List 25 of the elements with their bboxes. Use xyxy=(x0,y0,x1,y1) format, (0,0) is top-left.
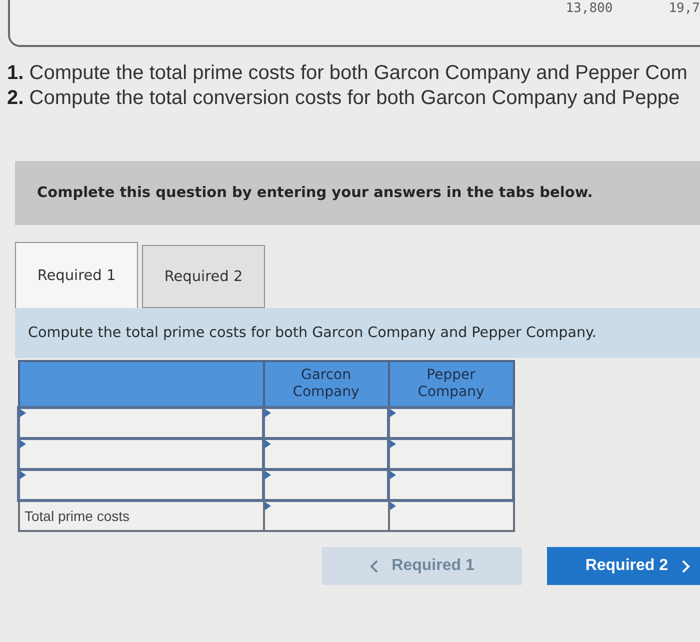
corner-marker-icon xyxy=(390,409,396,417)
column-header: Garcon Company xyxy=(264,361,388,408)
corner-marker-icon xyxy=(20,409,26,417)
row-label: Total prime costs xyxy=(24,507,131,526)
corner-marker-icon xyxy=(264,502,270,510)
column-header: Pepper Company xyxy=(388,361,514,408)
corner-marker-icon xyxy=(390,471,396,479)
chevron-right-icon xyxy=(682,560,690,572)
corner-marker-icon xyxy=(265,471,271,479)
tab[interactable]: Required 2 xyxy=(142,245,265,308)
next-button[interactable]: Required 2 xyxy=(547,547,700,585)
instruction-item: 1. Compute the total prime costs for both Garcon Company and Pepper Com xyxy=(7,61,688,86)
panel-value: 19,7 xyxy=(668,1,700,16)
corner-marker-icon xyxy=(20,471,26,479)
corner-marker-icon xyxy=(265,409,271,417)
corner-marker-icon xyxy=(20,440,26,448)
instruction-banner: Complete this question by entering your answers in the tabs below. xyxy=(15,161,700,225)
corner-marker-icon xyxy=(265,440,271,448)
corner-marker-icon xyxy=(390,440,396,448)
tab[interactable]: Required 1 xyxy=(15,242,138,308)
question-prompt: Compute the total prime costs for both Garcon Company and Pepper Company. xyxy=(15,308,700,358)
corner-marker-icon xyxy=(390,502,396,510)
instruction-item: 2. Compute the total conversion costs for both Garcon Company and Peppe xyxy=(7,86,681,111)
panel-value: 13,800 xyxy=(566,1,613,16)
chevron-left-icon xyxy=(370,560,378,572)
